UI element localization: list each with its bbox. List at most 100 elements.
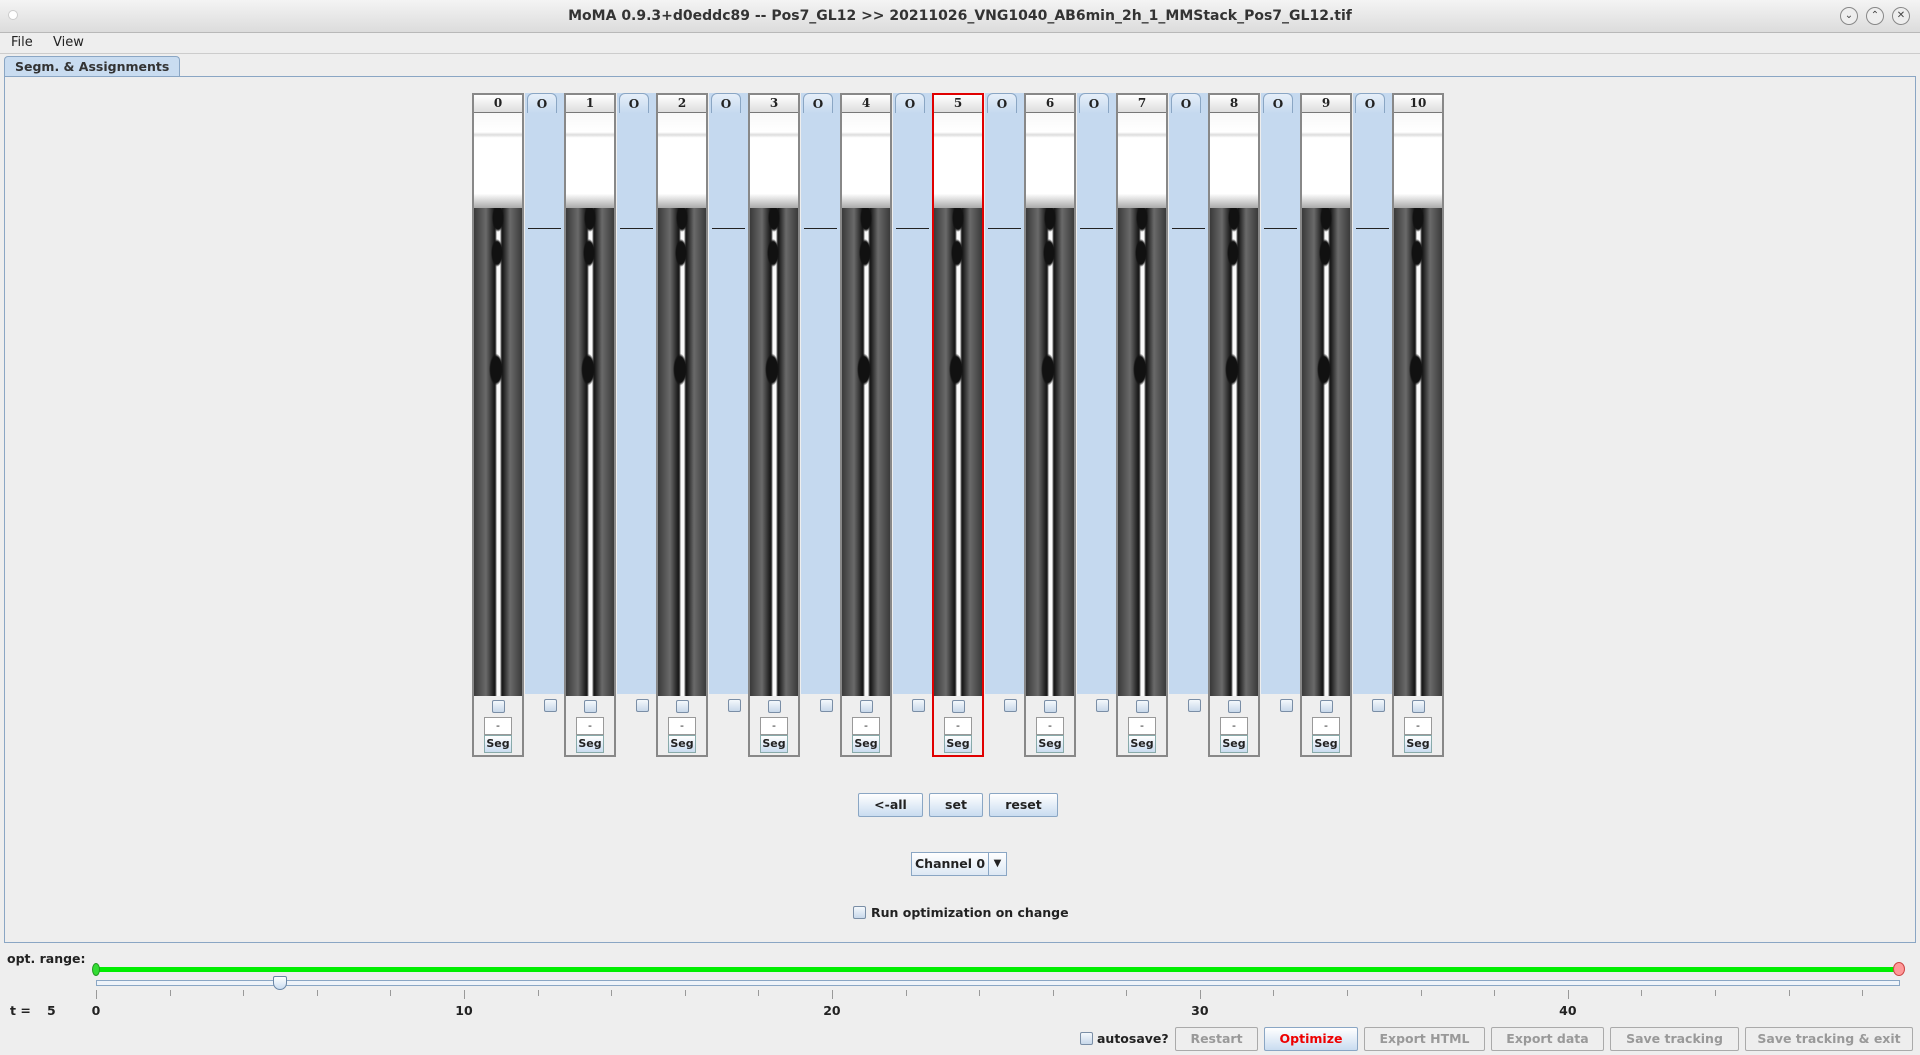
- cell-count-field[interactable]: -: [1036, 717, 1064, 735]
- seg-button[interactable]: Seg: [1404, 735, 1432, 753]
- assignment-checkbox[interactable]: [1188, 699, 1201, 712]
- seg-button[interactable]: Seg: [576, 735, 604, 753]
- assignment-checkbox[interactable]: [1004, 699, 1017, 712]
- column-checkbox[interactable]: [952, 700, 965, 713]
- opt-range-slider[interactable]: [96, 967, 1899, 972]
- kymograph-image[interactable]: [842, 113, 890, 696]
- kymograph-image[interactable]: [1394, 113, 1442, 696]
- cell-count-field[interactable]: -: [1404, 717, 1432, 735]
- assignment-panel[interactable]: O: [1169, 93, 1209, 694]
- assignment-panel[interactable]: O: [709, 93, 749, 694]
- optimize-button[interactable]: Optimize: [1264, 1027, 1358, 1051]
- kymograph-column[interactable]: 0 - Seg: [472, 93, 524, 757]
- range-end-handle[interactable]: [1893, 962, 1905, 976]
- column-checkbox[interactable]: [1228, 700, 1241, 713]
- assignment-checkbox[interactable]: [820, 699, 833, 712]
- assignment-tab[interactable]: O: [987, 93, 1017, 113]
- seg-button[interactable]: Seg: [1312, 735, 1340, 753]
- menu-view[interactable]: View: [53, 35, 84, 50]
- kymograph-column[interactable]: 1 - Seg: [564, 93, 616, 757]
- kymograph-image[interactable]: [1118, 113, 1166, 696]
- save-tracking-button[interactable]: Save tracking: [1610, 1027, 1739, 1051]
- kymograph-image[interactable]: [1026, 113, 1074, 696]
- cell-count-field[interactable]: -: [1312, 717, 1340, 735]
- assignment-panel[interactable]: O: [801, 93, 841, 694]
- column-checkbox[interactable]: [768, 700, 781, 713]
- column-checkbox[interactable]: [1044, 700, 1057, 713]
- seg-button[interactable]: Seg: [668, 735, 696, 753]
- time-slider-thumb[interactable]: [272, 976, 287, 990]
- save-tracking-exit-button[interactable]: Save tracking & exit: [1745, 1027, 1913, 1051]
- assignment-panel[interactable]: O: [1077, 93, 1117, 694]
- assignment-panel[interactable]: O: [985, 93, 1025, 694]
- channel-select[interactable]: Channel 0 ▼: [911, 852, 1007, 876]
- kymograph-column[interactable]: 2 - Seg: [656, 93, 708, 757]
- kymograph-image[interactable]: [474, 113, 522, 696]
- cell-count-field[interactable]: -: [1128, 717, 1156, 735]
- assignment-tab[interactable]: O: [527, 93, 557, 113]
- column-checkbox[interactable]: [676, 700, 689, 713]
- kymograph-column[interactable]: 10 - Seg: [1392, 93, 1444, 757]
- assignment-checkbox[interactable]: [1280, 699, 1293, 712]
- assignment-checkbox[interactable]: [544, 699, 557, 712]
- assignment-checkbox[interactable]: [1372, 699, 1385, 712]
- close-icon[interactable]: ✕: [1892, 7, 1910, 25]
- assignment-checkbox[interactable]: [728, 699, 741, 712]
- assignment-panel[interactable]: O: [525, 93, 565, 694]
- kymograph-column[interactable]: 8 - Seg: [1208, 93, 1260, 757]
- cell-count-field[interactable]: -: [668, 717, 696, 735]
- kymograph-column[interactable]: 7 - Seg: [1116, 93, 1168, 757]
- assignment-tab[interactable]: O: [1263, 93, 1293, 113]
- seg-button[interactable]: Seg: [852, 735, 880, 753]
- assignment-checkbox[interactable]: [912, 699, 925, 712]
- kymograph-image[interactable]: [934, 113, 982, 696]
- cell-count-field[interactable]: -: [1220, 717, 1248, 735]
- seg-button[interactable]: Seg: [484, 735, 512, 753]
- run-optimization-checkbox[interactable]: [853, 906, 866, 919]
- minimize-icon[interactable]: ⌄: [1840, 7, 1858, 25]
- kymograph-image[interactable]: [750, 113, 798, 696]
- kymograph-column[interactable]: 4 - Seg: [840, 93, 892, 757]
- assignment-panel[interactable]: O: [1261, 93, 1301, 694]
- assignment-tab[interactable]: O: [1355, 93, 1385, 113]
- assignment-checkbox[interactable]: [636, 699, 649, 712]
- time-slider[interactable]: [96, 980, 1900, 986]
- kymograph-column[interactable]: 5 - Seg: [932, 93, 984, 757]
- assignment-tab[interactable]: O: [895, 93, 925, 113]
- assignment-tab[interactable]: O: [711, 93, 741, 113]
- export-html-button[interactable]: Export HTML: [1364, 1027, 1485, 1051]
- all-button[interactable]: <-all: [858, 793, 923, 817]
- maximize-icon[interactable]: ⌃: [1866, 7, 1884, 25]
- column-checkbox[interactable]: [492, 700, 505, 713]
- column-checkbox[interactable]: [1320, 700, 1333, 713]
- seg-button[interactable]: Seg: [1128, 735, 1156, 753]
- column-checkbox[interactable]: [584, 700, 597, 713]
- tab-segm-assignments[interactable]: Segm. & Assignments: [4, 56, 181, 77]
- assignment-checkbox[interactable]: [1096, 699, 1109, 712]
- cell-count-field[interactable]: -: [576, 717, 604, 735]
- cell-count-field[interactable]: -: [760, 717, 788, 735]
- assignment-tab[interactable]: O: [619, 93, 649, 113]
- assignment-tab[interactable]: O: [803, 93, 833, 113]
- menu-file[interactable]: File: [11, 35, 33, 50]
- assignment-tab[interactable]: O: [1171, 93, 1201, 113]
- assignment-tab[interactable]: O: [1079, 93, 1109, 113]
- seg-button[interactable]: Seg: [760, 735, 788, 753]
- set-button[interactable]: set: [929, 793, 983, 817]
- assignment-panel[interactable]: O: [1353, 93, 1393, 694]
- autosave-checkbox[interactable]: [1080, 1032, 1093, 1045]
- kymograph-column[interactable]: 3 - Seg: [748, 93, 800, 757]
- cell-count-field[interactable]: -: [944, 717, 972, 735]
- kymograph-image[interactable]: [1210, 113, 1258, 696]
- assignment-panel[interactable]: O: [893, 93, 933, 694]
- kymograph-column[interactable]: 6 - Seg: [1024, 93, 1076, 757]
- range-start-handle[interactable]: [92, 963, 100, 976]
- kymograph-column[interactable]: 9 - Seg: [1300, 93, 1352, 757]
- kymograph-image[interactable]: [1302, 113, 1350, 696]
- assignment-panel[interactable]: O: [617, 93, 657, 694]
- restart-button[interactable]: Restart: [1175, 1027, 1258, 1051]
- kymograph-image[interactable]: [658, 113, 706, 696]
- cell-count-field[interactable]: -: [484, 717, 512, 735]
- column-checkbox[interactable]: [1136, 700, 1149, 713]
- seg-button[interactable]: Seg: [944, 735, 972, 753]
